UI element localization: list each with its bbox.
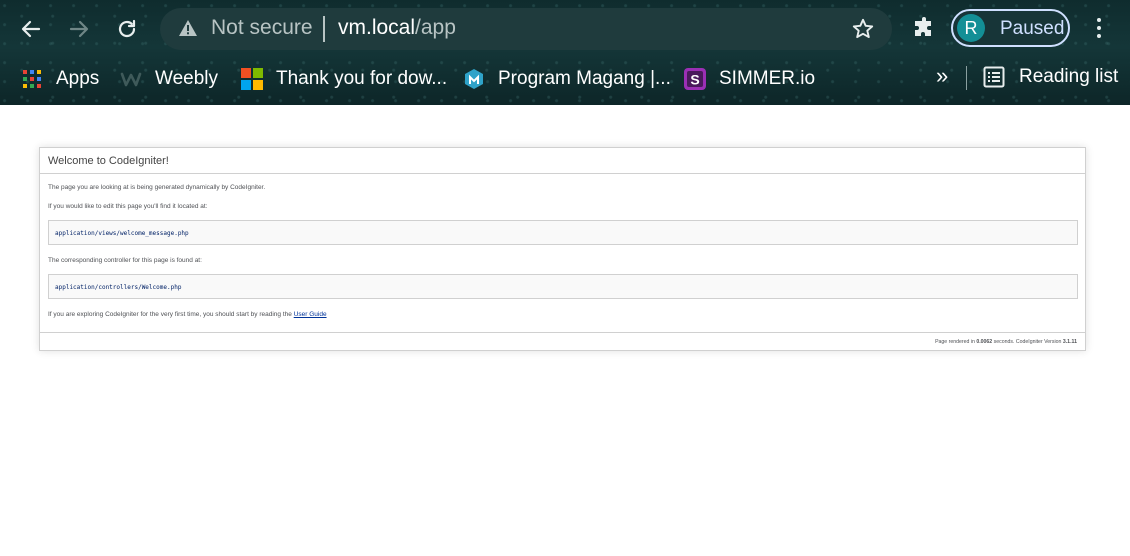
avatar: R <box>957 14 985 42</box>
reload-icon <box>118 19 136 38</box>
bookmark-weebly[interactable]: Weebly <box>120 66 218 92</box>
magang-icon <box>463 68 485 90</box>
back-button[interactable] <box>12 10 50 48</box>
view-path-code: application/views/welcome_message.php <box>48 220 1078 245</box>
extensions-puzzle-icon[interactable] <box>912 16 936 40</box>
bookmark-label: Weebly <box>155 68 219 89</box>
arrow-left-icon <box>21 20 41 38</box>
url-host: vm.local <box>338 16 416 39</box>
user-guide-link[interactable]: User Guide <box>294 311 327 318</box>
menu-kebab-icon[interactable] <box>1088 16 1110 40</box>
svg-text:S: S <box>690 72 699 88</box>
omnibox-divider <box>323 16 325 42</box>
bookmark-label: Thank you for dow... <box>276 68 448 89</box>
profile-button[interactable]: R Paused <box>951 9 1070 47</box>
bookmark-simmer[interactable]: S SIMMER.io <box>684 66 815 92</box>
bookmark-program-magang[interactable]: Program Magang |... <box>463 66 671 92</box>
render-footer: Page rendered in 0.0062 seconds. CodeIgn… <box>40 332 1085 351</box>
forward-button[interactable] <box>60 10 98 48</box>
weebly-icon <box>120 68 142 90</box>
apps-grid-icon <box>21 68 43 90</box>
url-text[interactable]: vm.local/app <box>338 16 456 40</box>
url-path: /app <box>415 16 456 39</box>
bookmark-label: SIMMER.io <box>719 68 816 89</box>
guide-sentence: If you are exploring CodeIgniter for the… <box>48 311 294 318</box>
reading-list-button[interactable]: Reading list <box>983 66 1118 88</box>
microsoft-icon <box>241 68 263 90</box>
security-status[interactable]: Not secure <box>211 16 313 40</box>
bookmark-label: Apps <box>56 68 100 89</box>
bookmark-thank-you[interactable]: Thank you for dow... <box>241 66 447 92</box>
footer-middle: seconds. CodeIgniter Version <box>992 339 1063 345</box>
guide-text: If you are exploring CodeIgniter for the… <box>48 311 327 318</box>
reading-list-icon <box>983 66 1005 88</box>
reading-list-label: Reading list <box>1019 66 1119 87</box>
warning-icon[interactable] <box>178 18 198 38</box>
simmer-icon: S <box>684 68 706 90</box>
bookmark-label: Program Magang |... <box>498 68 671 89</box>
ci-version: 3.1.11 <box>1062 339 1077 345</box>
browser-toolbar: Not secure vm.local/app R Paused <box>0 0 1130 57</box>
intro-text: The page you are looking at is being gen… <box>48 184 266 191</box>
bookmark-star-icon[interactable] <box>851 17 875 41</box>
page-title: Welcome to CodeIgniter! <box>40 148 1085 174</box>
reload-button[interactable] <box>108 10 146 48</box>
render-time: 0.0062 <box>976 339 993 345</box>
controller-text: The corresponding controller for this pa… <box>48 257 202 264</box>
edit-location-text: If you would like to edit this page you'… <box>48 203 208 210</box>
profile-status: Paused <box>1000 18 1065 39</box>
footer-prefix: Page rendered in <box>935 339 977 345</box>
arrow-right-icon <box>69 20 89 38</box>
bookmark-apps[interactable]: Apps <box>21 66 99 92</box>
bookmarks-divider <box>966 66 967 90</box>
welcome-container: Welcome to CodeIgniter! The page you are… <box>39 147 1086 351</box>
bookmarks-overflow-chevron-icon[interactable]: » <box>936 63 948 89</box>
controller-path-code: application/controllers/Welcome.php <box>48 274 1078 299</box>
